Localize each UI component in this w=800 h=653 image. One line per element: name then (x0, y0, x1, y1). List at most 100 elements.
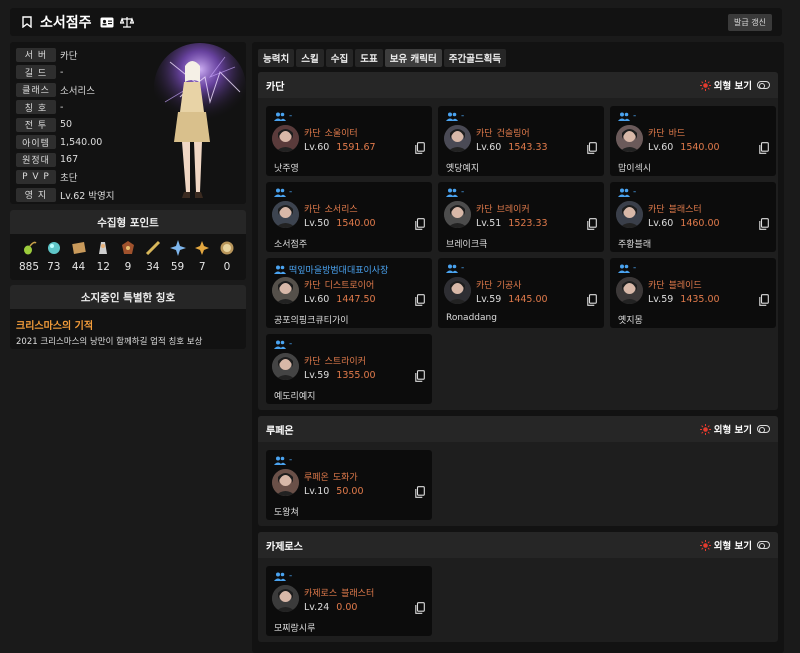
profile-row-label: 클래스 (16, 82, 56, 97)
character-class-name: 브레이커 (496, 205, 530, 215)
character-card[interactable]: - 카단 블래스터 Lv.60 1460.00 주황블래 (610, 182, 776, 252)
character-guild-name: - (633, 111, 637, 121)
character-item-level: 1540.00 (680, 142, 720, 153)
character-card[interactable]: - 루페온 도화가 Lv.10 50.00 도왕쳐 (266, 450, 432, 520)
character-name: 소서점주 (40, 15, 92, 31)
copy-icon[interactable] (415, 218, 425, 230)
toggle-switch-icon[interactable] (757, 541, 770, 549)
tab-weekly-gold[interactable]: 주간골드획득 (443, 49, 507, 67)
character-avatar (444, 201, 471, 228)
character-levels: Lv.10 50.00 (304, 486, 364, 497)
character-card[interactable]: - 카단 기공사 Lv.59 1445.00 Ronaddang (438, 258, 604, 328)
character-class: 카단 바드 (648, 126, 685, 139)
copy-icon[interactable] (587, 142, 597, 154)
tab-collection[interactable]: 수집 (325, 49, 354, 67)
copy-icon[interactable] (759, 142, 769, 154)
character-card[interactable]: - 카단 바드 Lv.60 1540.00 맙이섹시 (610, 106, 776, 176)
collection-points-title: 수집형 포인트 (10, 210, 246, 234)
great-art-icon (71, 240, 87, 256)
character-class-name: 스트라이커 (324, 357, 366, 367)
character-card[interactable]: 떡잎마을방범대대표이사장 카단 디스트로이어 Lv.60 1447.50 공포의핑크큐티가… (266, 258, 432, 328)
profile-row: 서 버 카단 (16, 46, 115, 64)
character-levels: Lv.59 1355.00 (304, 370, 376, 381)
appearance-toggle[interactable]: 외형 보기 (699, 78, 770, 92)
profile-row: 아이템 1,540.00 (16, 134, 115, 152)
sea-bounty-icon (219, 240, 235, 256)
copy-icon[interactable] (415, 142, 425, 154)
character-guild-name: - (633, 187, 637, 197)
character-level: Lv.24 (304, 602, 330, 613)
users-icon (274, 340, 286, 349)
character-class: 카단 기공사 (476, 278, 521, 291)
id-card-icon[interactable] (100, 15, 114, 29)
bookmark-icon[interactable] (20, 15, 34, 29)
character-guild-name: - (289, 455, 293, 465)
character-avatar (272, 585, 299, 612)
copy-icon[interactable] (415, 602, 425, 614)
profile-row-value: 카단 (60, 50, 78, 62)
character-item-level: 1355.00 (336, 370, 376, 381)
collection-point: 73 (43, 240, 65, 273)
collection-point-value: 0 (223, 261, 231, 273)
copy-icon[interactable] (587, 294, 597, 306)
character-class: 카단 스트라이커 (304, 354, 366, 367)
character-class: 카단 블래스터 (648, 202, 702, 215)
character-card[interactable]: - 카단 건슬링어 Lv.60 1543.33 옛당예지 (438, 106, 604, 176)
character-guild-name: - (461, 111, 465, 121)
character-portrait (150, 42, 246, 204)
tab-skills[interactable]: 스킬 (296, 49, 324, 67)
tab-bar: 능력치 스킬 수집 도표 보유 캐릭터 주간골드획득 (258, 49, 508, 67)
character-guild: 떡잎마을방범대대표이사장 (274, 263, 388, 276)
collection-point-value: 59 (170, 261, 185, 273)
character-guild-name: 떡잎마을방범대대표이사장 (289, 266, 389, 276)
appearance-toggle-label: 외형 보기 (713, 81, 752, 92)
character-card[interactable]: - 카제로스 블래스터 Lv.24 0.00 모찌랑시루 (266, 566, 432, 636)
character-guild: - (274, 455, 292, 465)
character-class-name: 기공사 (496, 281, 522, 291)
toggle-switch-icon[interactable] (757, 425, 770, 433)
profile-row-label: 칭 호 (16, 100, 56, 115)
character-level: Lv.60 (476, 142, 502, 153)
character-level: Lv.51 (476, 218, 502, 229)
toggle-switch-icon[interactable] (757, 81, 770, 89)
copy-icon[interactable] (415, 294, 425, 306)
copy-icon[interactable] (415, 486, 425, 498)
collection-point-value: 9 (124, 261, 132, 273)
tab-stats[interactable]: 능력치 (258, 49, 295, 67)
character-item-level: 0.00 (336, 602, 358, 613)
character-item-level: 1540.00 (336, 218, 376, 229)
character-levels: Lv.60 1591.67 (304, 142, 376, 153)
tab-characters[interactable]: 보유 캐릭터 (384, 49, 442, 67)
character-guild: - (618, 111, 636, 121)
server-section-1: 루페온 외형 보기 - 루페온 도화가 Lv.10 50.00 도왕쳐 (258, 416, 778, 526)
refresh-button[interactable]: 발급 갱신 (728, 13, 772, 31)
character-class: 카단 브레이커 (476, 202, 530, 215)
profile-row-value: 167 (60, 154, 79, 166)
character-card[interactable]: - 카단 스트라이커 Lv.59 1355.00 예도리예지 (266, 334, 432, 404)
tab-chart[interactable]: 도표 (355, 49, 383, 67)
users-icon (446, 188, 458, 197)
character-card[interactable]: - 카단 소울이터 Lv.60 1591.67 낫주영 (266, 106, 432, 176)
character-levels: Lv.51 1523.33 (476, 218, 548, 229)
appearance-toggle[interactable]: 외형 보기 (699, 538, 770, 552)
character-card[interactable]: - 카단 브레이커 Lv.51 1523.33 브레이크큭 (438, 182, 604, 252)
character-card[interactable]: - 카단 소서리스 Lv.50 1540.00 소서점주 (266, 182, 432, 252)
collection-point-value: 44 (71, 261, 86, 273)
copy-icon[interactable] (759, 218, 769, 230)
character-guild: - (274, 187, 292, 197)
profile-row-label: 전 투 (16, 117, 56, 132)
profile-header: 소서점주 발급 갱신 (10, 8, 782, 36)
copy-icon[interactable] (759, 294, 769, 306)
copy-icon[interactable] (587, 218, 597, 230)
character-class-name: 소서리스 (324, 205, 358, 215)
collection-point-value: 12 (96, 261, 110, 273)
character-class: 카단 건슬링어 (476, 126, 530, 139)
special-title-name: 크리스마스의 기적 (16, 321, 94, 332)
scale-icon[interactable] (119, 15, 134, 29)
profile-row: 영 지 Lv.62 박영지 (16, 186, 115, 204)
character-server: 카단 (304, 281, 321, 291)
appearance-toggle[interactable]: 외형 보기 (699, 422, 770, 436)
profile-row-value: 50 (60, 119, 73, 131)
copy-icon[interactable] (415, 370, 425, 382)
character-card[interactable]: - 카단 블레이드 Lv.59 1435.00 옛지몽 (610, 258, 776, 328)
